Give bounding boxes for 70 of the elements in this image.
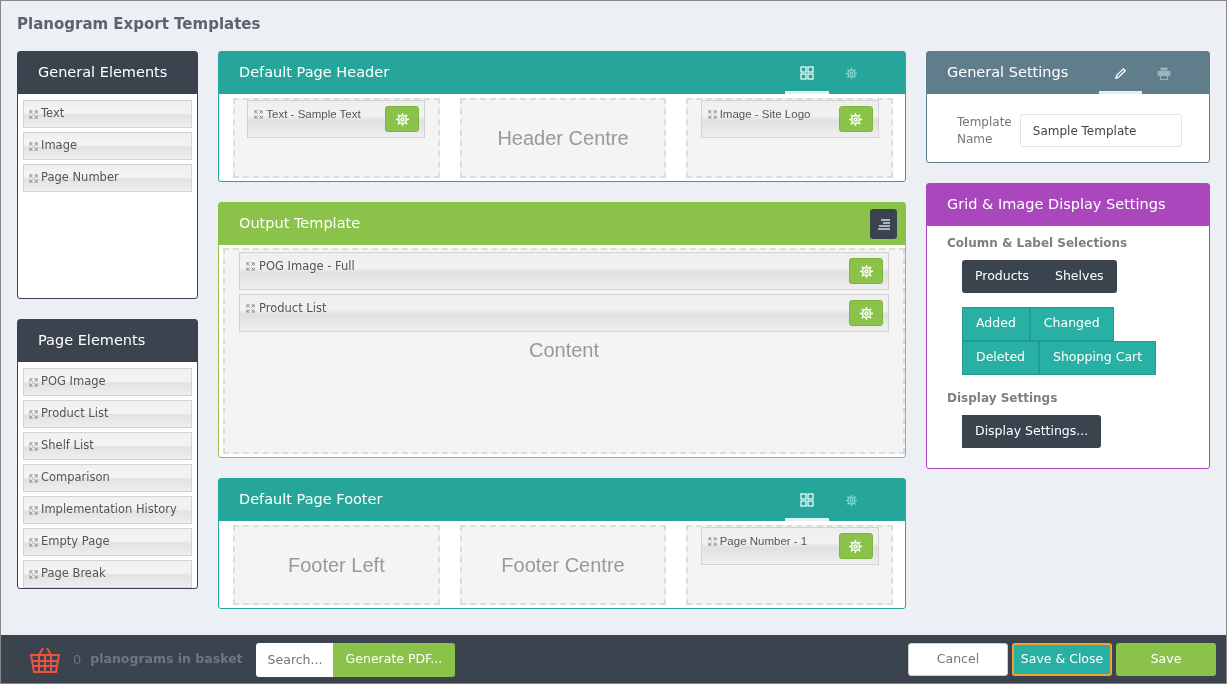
zone-label: Content <box>527 338 601 363</box>
gear-icon <box>848 111 864 127</box>
page-title: Planogram Export Templates <box>17 14 262 35</box>
section-heading: Display Settings <box>947 389 1059 407</box>
pencil-icon <box>1114 66 1127 80</box>
section-title: Output Template <box>239 214 361 234</box>
move-icon <box>29 569 38 579</box>
panel-title: General Elements <box>18 52 197 94</box>
basket-icon <box>29 645 61 674</box>
palette-item[interactable]: Page Number <box>23 164 192 192</box>
gear-icon <box>394 111 410 127</box>
move-icon <box>29 537 38 547</box>
move-icon <box>707 537 717 547</box>
move-icon <box>707 110 717 120</box>
zone-label: Footer Centre <box>501 553 625 578</box>
printer-icon <box>1156 66 1171 80</box>
search-field[interactable]: Search... <box>255 642 333 677</box>
move-icon <box>29 173 38 183</box>
move-icon <box>29 505 38 515</box>
gear-icon <box>844 493 858 507</box>
option-button[interactable]: Display Settings... <box>962 414 1102 448</box>
gear-icon <box>858 305 874 321</box>
panel-title: Page Elements <box>18 320 197 362</box>
template-element[interactable]: Text - Sample Text <box>247 100 426 138</box>
grid-icon <box>800 493 814 507</box>
palette-item[interactable]: Comparison <box>23 464 192 492</box>
palette-item[interactable]: Shelf List <box>23 432 192 460</box>
settings-button[interactable] <box>849 300 883 326</box>
list-icon <box>876 218 891 230</box>
option-button[interactable]: Products <box>962 259 1042 293</box>
palette-item[interactable]: Empty Page <box>23 528 192 556</box>
move-icon <box>29 377 38 387</box>
move-icon <box>29 141 38 151</box>
template-element[interactable]: Product List <box>239 294 889 332</box>
palette-item[interactable]: Implementation History <box>23 496 192 524</box>
palette-item[interactable]: Text <box>23 100 192 128</box>
palette-item[interactable]: Image <box>23 132 192 160</box>
settings-button[interactable] <box>838 106 873 132</box>
settings-button[interactable] <box>849 258 883 284</box>
tool-button[interactable] <box>870 209 897 239</box>
gear-icon <box>848 538 864 554</box>
panel-title: General Settings <box>947 63 1069 83</box>
template-element[interactable]: Page Number - 1 <box>700 527 879 565</box>
settings-button[interactable] <box>838 533 873 559</box>
grid-icon <box>800 66 814 80</box>
move-icon <box>29 441 38 451</box>
section-heading: Column & Label Selections <box>947 234 1129 252</box>
section-title: Default Page Footer <box>239 490 383 510</box>
template-element[interactable]: Image - Site Logo <box>700 100 879 138</box>
move-icon <box>29 473 38 483</box>
move-icon <box>254 110 264 120</box>
template-name-field[interactable]: Sample Template <box>1019 114 1182 148</box>
field-label: Template Name <box>957 114 1012 148</box>
palette-item[interactable]: Product List <box>23 400 192 428</box>
gear-icon <box>844 66 858 80</box>
move-icon <box>29 409 38 419</box>
gear-icon <box>858 263 874 279</box>
zone-label: Header Centre <box>497 126 629 151</box>
panel-title: Grid & Image Display Settings <box>947 194 1166 214</box>
section-title: Default Page Header <box>239 63 390 83</box>
move-icon <box>246 304 255 314</box>
palette-item[interactable]: Page Break <box>23 560 192 588</box>
template-element[interactable]: POG Image - Full <box>239 252 889 290</box>
move-icon <box>246 262 255 272</box>
option-button[interactable]: Shelves <box>1042 259 1117 293</box>
palette-item[interactable]: POG Image <box>23 368 192 396</box>
settings-button[interactable] <box>385 106 420 132</box>
move-icon <box>29 109 38 119</box>
footer-button[interactable]: Cancel <box>908 643 1008 676</box>
zone-label: Footer Left <box>287 553 385 578</box>
